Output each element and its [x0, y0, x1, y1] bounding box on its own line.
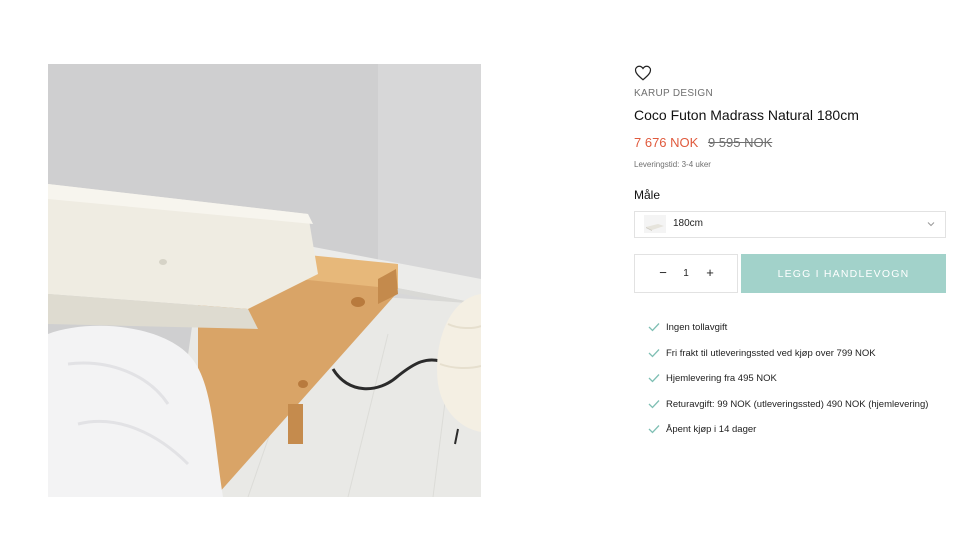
- quantity-decrease-button[interactable]: −: [655, 264, 671, 282]
- check-icon: [648, 323, 660, 332]
- quantity-stepper: − +: [634, 254, 738, 293]
- size-thumbnail: [644, 215, 666, 233]
- usp-text: Ingen tollavgift: [666, 322, 728, 333]
- original-price: 9 595 NOK: [707, 135, 773, 150]
- size-label: Måle: [634, 188, 661, 202]
- heart-icon[interactable]: [634, 64, 652, 82]
- price-block: 7 676 NOK 9 595 NOK: [634, 135, 772, 150]
- usp-text: Fri frakt til utleveringssted ved kjøp o…: [666, 347, 876, 359]
- product-title: Coco Futon Madrass Natural 180cm: [634, 107, 859, 123]
- size-selected-value: 180cm: [673, 218, 704, 229]
- product-photo: [48, 64, 481, 497]
- sale-price: 7 676 NOK: [634, 135, 699, 150]
- quantity-input[interactable]: [675, 265, 697, 281]
- chevron-down-icon: [927, 222, 935, 227]
- usp-text: Hjemlevering fra 495 NOK: [666, 373, 777, 384]
- product-image: [48, 64, 481, 497]
- quantity-increase-button[interactable]: +: [702, 264, 718, 282]
- check-icon: [648, 399, 660, 408]
- usp-text: Returavgift: 99 NOK (utleveringssted) 49…: [666, 398, 929, 410]
- usp-text: Åpent kjøp i 14 dager: [666, 424, 757, 435]
- add-to-cart-button[interactable]: LEGG I HANDLEVOGN: [741, 254, 946, 293]
- check-icon: [648, 374, 660, 383]
- size-select[interactable]: 180cm: [634, 211, 946, 238]
- delivery-time: Leveringstid: 3-4 uker: [634, 160, 711, 169]
- check-icon: [648, 425, 660, 434]
- brand-name[interactable]: KARUP DESIGN: [634, 88, 713, 99]
- check-icon: [648, 348, 660, 357]
